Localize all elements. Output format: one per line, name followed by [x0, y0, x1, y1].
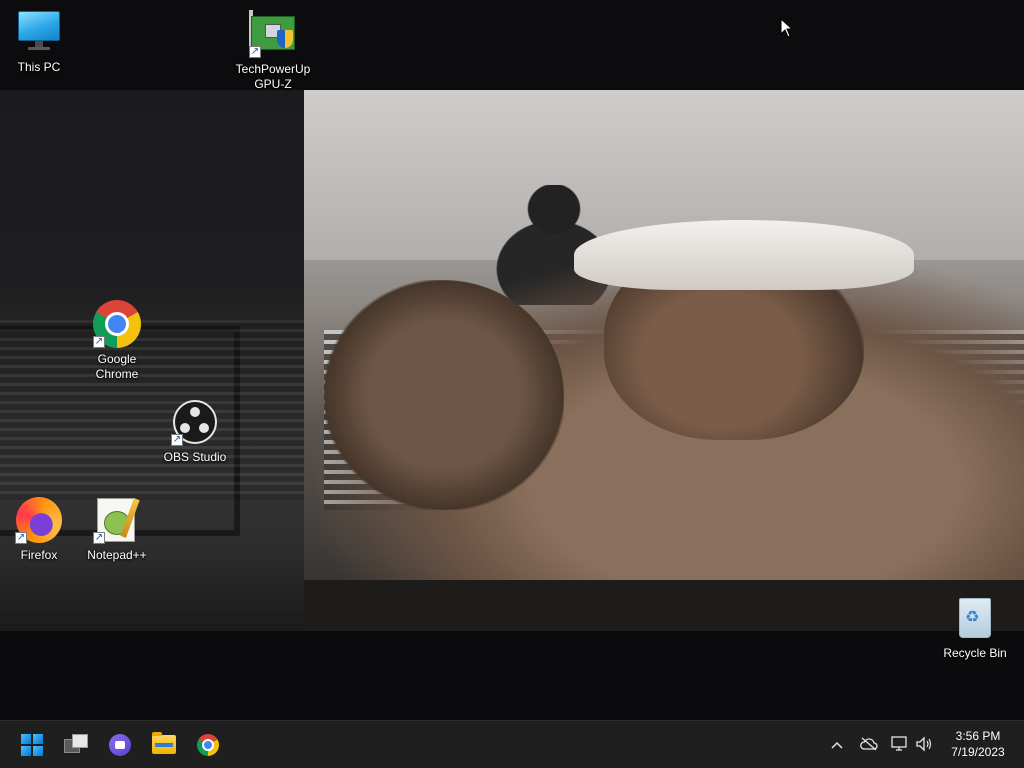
firefox-icon: ↗ [15, 496, 63, 544]
windows-start-icon [21, 734, 43, 756]
file-explorer-icon [152, 732, 176, 754]
chat-icon [109, 734, 131, 756]
desktop-icon-notepadpp[interactable]: ↗ Notepad++ [78, 496, 156, 563]
desktop-icon-gpuz[interactable]: ↗ TechPowerUp GPU-Z [234, 10, 312, 92]
show-hidden-icons-button[interactable] [826, 733, 848, 755]
cloud-off-icon [860, 737, 878, 751]
wallpaper-photo [304, 90, 1024, 631]
mouse-cursor-icon [780, 18, 794, 38]
file-explorer-button[interactable] [144, 725, 184, 765]
desktop-icon-label: TechPowerUp GPU-Z [235, 62, 311, 91]
network-icon [891, 736, 907, 751]
desktop-icon-recycle-bin[interactable]: ♻ Recycle Bin [936, 594, 1014, 661]
notepadpp-icon: ↗ [93, 496, 141, 544]
volume-icon [916, 736, 932, 752]
desktop-icon-label: Firefox [20, 548, 58, 562]
chrome-icon: ↗ [93, 300, 141, 348]
desktop-icon-obs-studio[interactable]: ↗ OBS Studio [156, 398, 234, 465]
desktop-icon-google-chrome[interactable]: ↗ Google Chrome [78, 300, 156, 382]
onedrive-tray-button[interactable] [858, 733, 880, 755]
desktop-icon-label: Google Chrome [95, 352, 139, 381]
start-button[interactable] [12, 725, 52, 765]
computer-icon [15, 8, 63, 56]
shortcut-arrow-icon: ↗ [93, 532, 105, 544]
wallpaper-top-band [0, 0, 1024, 90]
gpuz-icon: ↗ [249, 10, 297, 58]
recycle-bin-icon: ♻ [951, 594, 999, 642]
wallpaper-bottom-band [0, 631, 1024, 720]
chat-button[interactable] [100, 725, 140, 765]
desktop-icon-label: Notepad++ [87, 548, 147, 562]
clock-time: 3:56 PM [955, 729, 1001, 743]
desktop-icon-this-pc[interactable]: This PC [0, 8, 78, 75]
desktop-icon-firefox[interactable]: ↗ Firefox [0, 496, 78, 563]
task-view-button[interactable] [56, 725, 96, 765]
network-tray-button[interactable] [889, 733, 911, 755]
desktop[interactable]: This PC ↗ TechPowerUp GPU-Z ↗ Google Chr… [0, 0, 1024, 720]
chrome-icon [197, 734, 219, 756]
obs-icon: ↗ [171, 398, 219, 446]
taskbar: 3:56 PM 7/19/2023 [0, 720, 1024, 768]
shortcut-arrow-icon: ↗ [171, 434, 183, 446]
shortcut-arrow-icon: ↗ [15, 532, 27, 544]
shortcut-arrow-icon: ↗ [93, 336, 105, 348]
desktop-icon-label: Recycle Bin [943, 646, 1007, 660]
shortcut-arrow-icon: ↗ [249, 46, 261, 58]
chevron-up-icon [831, 741, 843, 749]
clock-date: 7/19/2023 [951, 745, 1005, 759]
chrome-taskbar-button[interactable] [188, 725, 228, 765]
volume-tray-button[interactable] [913, 733, 935, 755]
desktop-icon-label: This PC [17, 60, 61, 74]
taskbar-clock[interactable]: 3:56 PM 7/19/2023 [938, 728, 1018, 760]
desktop-icon-label: OBS Studio [163, 450, 227, 464]
